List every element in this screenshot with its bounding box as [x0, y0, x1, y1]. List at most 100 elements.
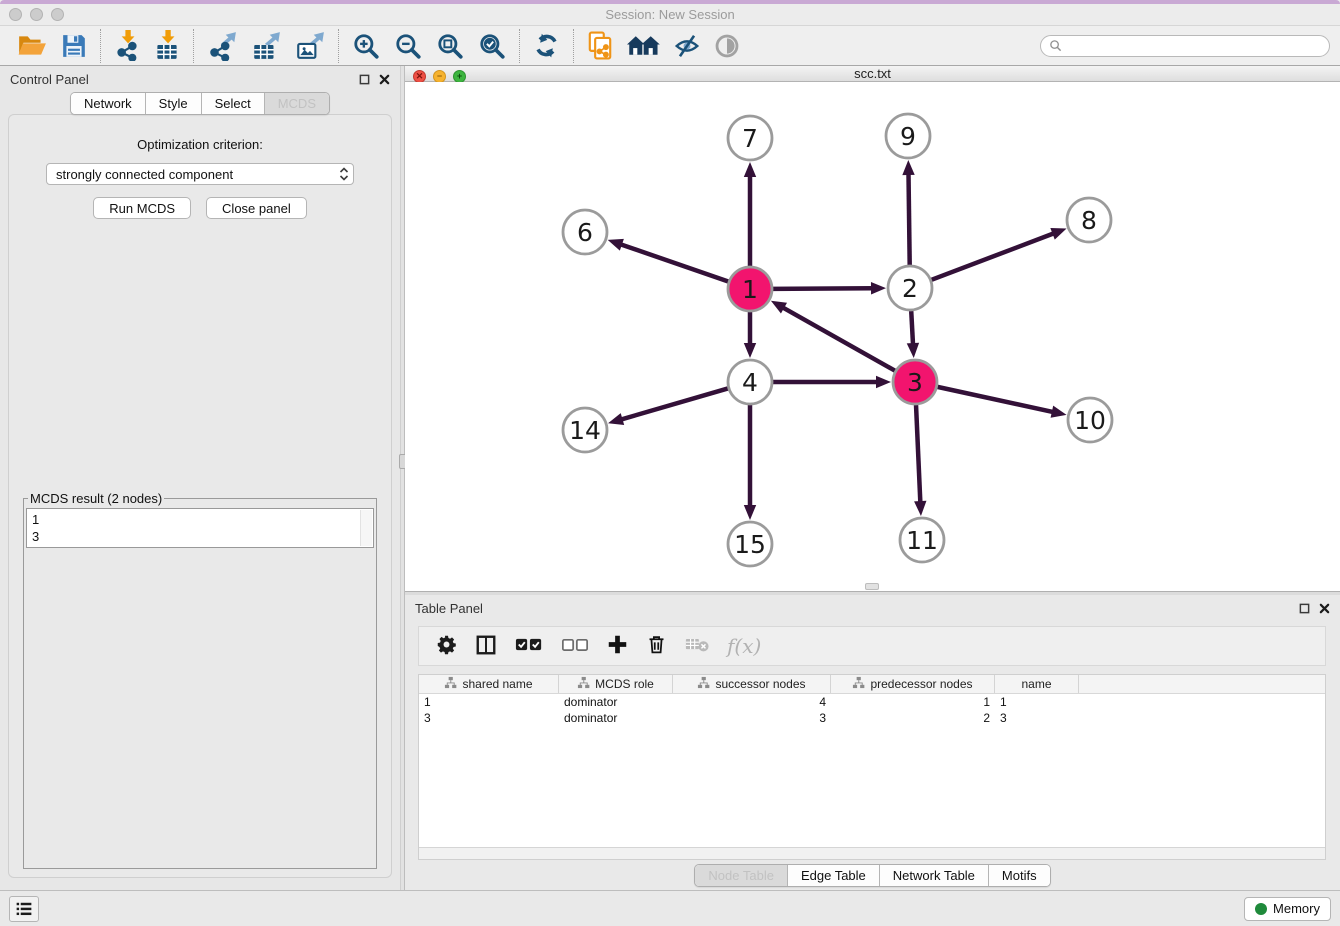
column-label: MCDS role — [595, 677, 654, 691]
tab-edge-table[interactable]: Edge Table — [788, 865, 880, 886]
zoom-window-icon[interactable] — [51, 8, 64, 21]
graph-edge-4-15[interactable] — [744, 405, 756, 520]
graph-edge-4-3[interactable] — [773, 376, 891, 388]
tab-motifs[interactable]: Motifs — [989, 865, 1050, 886]
apply-layout-button[interactable] — [526, 27, 567, 65]
memory-label: Memory — [1273, 901, 1320, 916]
import-network-button[interactable] — [107, 27, 147, 65]
show-details-button[interactable] — [707, 27, 747, 65]
search-input[interactable] — [1067, 39, 1321, 53]
stepper-arrows-icon — [339, 166, 349, 182]
settings-gear-icon — [436, 634, 457, 658]
delete-column-button[interactable] — [637, 628, 676, 664]
export-table-button[interactable] — [244, 27, 288, 65]
graph-edge-2-8[interactable] — [932, 228, 1067, 280]
zoom-fit-icon — [436, 32, 464, 60]
close-panel-icon[interactable] — [379, 74, 390, 85]
zoom-selected-icon — [478, 32, 506, 60]
export-image-button[interactable] — [288, 27, 332, 65]
tab-mcds[interactable]: MCDS — [265, 93, 329, 114]
share-session-button[interactable] — [580, 27, 620, 65]
column-header-successor-nodes[interactable]: successor nodes — [673, 675, 831, 693]
graph-node-11[interactable]: 11 — [900, 518, 944, 562]
function-builder-button[interactable]: f(x) — [718, 628, 770, 664]
column-header-predecessor-nodes[interactable]: predecessor nodes — [831, 675, 995, 693]
zoom-out-icon — [394, 32, 422, 60]
memory-button[interactable]: Memory — [1244, 897, 1331, 921]
home-button[interactable] — [620, 27, 667, 65]
graph-edge-1-4[interactable] — [744, 312, 756, 358]
deselect-all-button[interactable] — [552, 628, 598, 664]
add-column-button[interactable] — [598, 628, 637, 664]
graph-node-15[interactable]: 15 — [728, 522, 772, 566]
float-table-panel-icon[interactable] — [1299, 603, 1310, 614]
open-session-button[interactable] — [10, 27, 54, 65]
graph-edge-3-10[interactable] — [937, 387, 1066, 418]
graph-edge-2-3[interactable] — [907, 311, 919, 358]
canvas-scroll-handle[interactable] — [865, 583, 879, 590]
close-table-panel-icon[interactable] — [1319, 603, 1330, 614]
graph-edge-1-7[interactable] — [744, 162, 756, 266]
zoom-selected-button[interactable] — [471, 27, 513, 65]
delete-table-button[interactable] — [676, 628, 718, 664]
tab-network[interactable]: Network — [71, 93, 146, 114]
tab-node-table[interactable]: Node Table — [695, 865, 788, 886]
graph-edge-2-9[interactable] — [902, 160, 914, 265]
column-header-mcds-role[interactable]: MCDS role — [559, 675, 673, 693]
graph-edge-1-6[interactable] — [608, 239, 729, 282]
task-list-icon — [15, 901, 33, 916]
graph-node-8[interactable]: 8 — [1067, 198, 1111, 242]
import-table-button[interactable] — [147, 27, 187, 65]
float-panel-icon[interactable] — [359, 74, 370, 85]
task-history-button[interactable] — [9, 896, 39, 922]
search-box[interactable] — [1040, 35, 1330, 57]
tab-network-table[interactable]: Network Table — [880, 865, 989, 886]
close-window-icon[interactable] — [9, 8, 22, 21]
close-panel-button[interactable]: Close panel — [206, 197, 307, 219]
graph-edge-3-1[interactable] — [771, 301, 895, 371]
table-row[interactable]: 3dominator323 — [419, 710, 1325, 726]
delete-table-icon — [685, 636, 709, 656]
graph-node-14[interactable]: 14 — [563, 408, 607, 452]
select-all-button[interactable] — [506, 628, 552, 664]
table-row[interactable]: 1dominator411 — [419, 694, 1325, 710]
app-titlebar: Session: New Session — [0, 4, 1340, 26]
graph-node-7[interactable]: 7 — [728, 116, 772, 160]
result-scrollbar[interactable] — [360, 510, 372, 546]
network-canvas[interactable]: 7 9 6 8 1 2 4 3 14 10 15 11 — [405, 82, 1340, 591]
tab-select[interactable]: Select — [202, 93, 265, 114]
table-cell: 3 — [673, 710, 831, 726]
split-table-button[interactable] — [466, 628, 506, 664]
tab-style[interactable]: Style — [146, 93, 202, 114]
table-hscrollbar[interactable] — [419, 847, 1325, 859]
graph-node-6[interactable]: 6 — [563, 210, 607, 254]
toolbar-separator — [338, 29, 339, 63]
export-network-button[interactable] — [200, 27, 244, 65]
column-header-name[interactable]: name — [995, 675, 1079, 693]
graph-node-2[interactable]: 2 — [888, 266, 932, 310]
graph-node-3[interactable]: 3 — [893, 360, 937, 404]
network-graph[interactable]: 7 9 6 8 1 2 4 3 14 10 15 11 — [405, 82, 1340, 586]
zoom-out-button[interactable] — [387, 27, 429, 65]
zoom-fit-button[interactable] — [429, 27, 471, 65]
table-empty-area — [419, 726, 1325, 847]
graph-edge-3-11[interactable] — [914, 405, 926, 516]
optimization-criterion-select[interactable]: strongly connected component — [46, 163, 354, 185]
graph-node-10[interactable]: 10 — [1068, 398, 1112, 442]
run-mcds-button[interactable]: Run MCDS — [93, 197, 191, 219]
toolbar-icons — [10, 26, 747, 65]
graph-node-4[interactable]: 4 — [728, 360, 772, 404]
mcds-result-list[interactable]: 13 — [26, 508, 374, 548]
hide-details-button[interactable] — [667, 27, 707, 65]
settings-gear-button[interactable] — [427, 628, 466, 664]
graph-edge-4-14[interactable] — [608, 388, 728, 425]
zoom-in-button[interactable] — [345, 27, 387, 65]
graph-edge-1-2[interactable] — [773, 282, 886, 294]
graph-node-1[interactable]: 1 — [728, 267, 772, 311]
control-panel-header: Control Panel — [0, 66, 400, 92]
network-window-titlebar[interactable]: ✕ − + scc.txt — [405, 66, 1340, 82]
column-header-shared-name[interactable]: shared name — [419, 675, 559, 693]
save-session-button[interactable] — [54, 27, 94, 65]
minimize-window-icon[interactable] — [30, 8, 43, 21]
graph-node-9[interactable]: 9 — [886, 114, 930, 158]
